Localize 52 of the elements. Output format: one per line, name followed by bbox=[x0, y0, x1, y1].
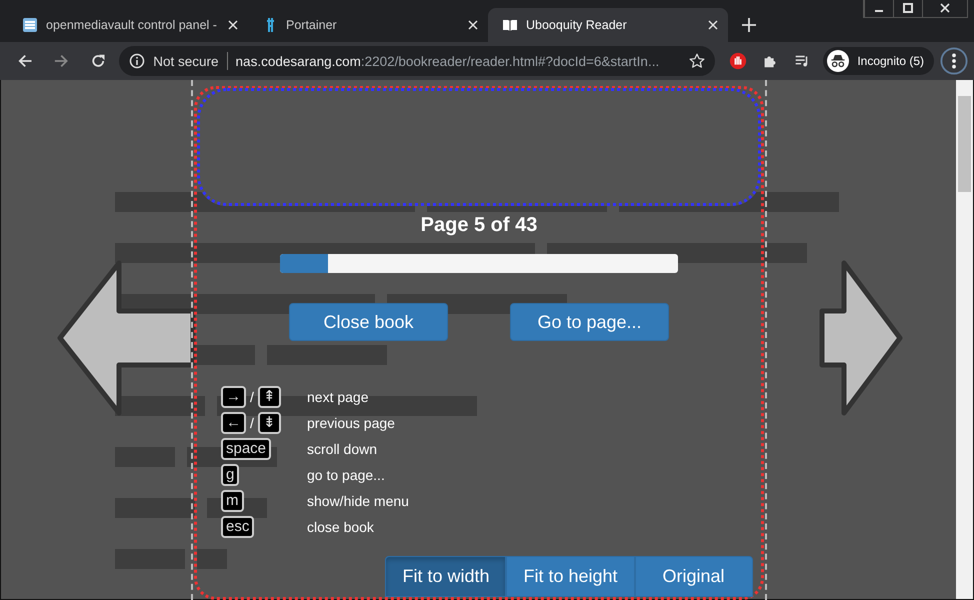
book-icon bbox=[502, 17, 518, 33]
incognito-profile-button[interactable]: Incognito (5) bbox=[823, 47, 934, 75]
incognito-icon bbox=[827, 50, 850, 72]
tab-title: Portainer bbox=[286, 18, 338, 32]
shortcut-label: show/hide menu bbox=[307, 493, 409, 509]
info-icon bbox=[129, 53, 146, 69]
fit-mode-button[interactable]: Fit to width bbox=[385, 556, 506, 597]
address-bar[interactable]: Not secure nas.codesarang.com:2202/bookreader/reader.html#?docId=6&startIn... bbox=[119, 46, 716, 76]
forward-icon[interactable] bbox=[54, 53, 69, 69]
page-indicator: Page 5 of 43 bbox=[420, 214, 538, 237]
scrollbar[interactable] bbox=[956, 80, 973, 599]
star-icon[interactable] bbox=[689, 53, 706, 69]
keyboard-key: space bbox=[221, 438, 272, 460]
tab-title: openmediavault control panel - bbox=[46, 18, 218, 32]
reader-button[interactable]: Close book bbox=[289, 303, 448, 341]
browser-tab[interactable]: Portainer bbox=[248, 8, 488, 42]
shortcut-label: next page bbox=[307, 389, 368, 405]
security-label: Not secure bbox=[153, 54, 219, 68]
close-icon[interactable] bbox=[940, 3, 950, 13]
hand-icon[interactable] bbox=[729, 51, 748, 71]
maximize-icon[interactable] bbox=[903, 3, 913, 13]
tab-title: Ubooquity Reader bbox=[526, 18, 628, 32]
keyboard-key: ⇟ bbox=[258, 412, 281, 434]
keyboard-key: ← bbox=[221, 412, 246, 434]
next-page-arrow[interactable] bbox=[819, 260, 903, 416]
list-icon bbox=[22, 17, 38, 33]
scrollbar-thumb[interactable] bbox=[958, 96, 971, 192]
close-icon[interactable] bbox=[228, 20, 238, 30]
separator: / bbox=[250, 389, 254, 405]
reload-icon[interactable] bbox=[90, 53, 106, 69]
shortcut-label: close book bbox=[307, 519, 374, 535]
browser-tab[interactable]: Ubooquity Reader bbox=[488, 8, 728, 42]
fit-mode-button[interactable]: Original bbox=[634, 556, 753, 597]
back-icon[interactable] bbox=[18, 53, 32, 69]
keyboard-key: esc bbox=[221, 516, 254, 538]
shortcut-label: scroll down bbox=[307, 441, 378, 457]
browser-tab[interactable]: openmediavault control panel - bbox=[8, 8, 248, 42]
shortcut-label: previous page bbox=[307, 415, 395, 431]
new-tab-icon[interactable] bbox=[742, 18, 756, 32]
close-icon[interactable] bbox=[468, 20, 478, 30]
fit-mode-button[interactable]: Fit to height bbox=[506, 556, 635, 597]
keyboard-key: → bbox=[221, 386, 246, 408]
separator: / bbox=[250, 415, 254, 431]
close-icon[interactable] bbox=[708, 20, 718, 30]
menu-icon[interactable] bbox=[940, 47, 968, 75]
keyboard-key: m bbox=[221, 490, 244, 512]
keyboard-key: g bbox=[221, 464, 240, 486]
url-text: nas.codesarang.com:2202/bookreader/reader.html#?docId=6&startIn... bbox=[236, 54, 660, 68]
keyboard-key: ⇞ bbox=[258, 386, 281, 408]
shortcut-label: go to page... bbox=[307, 467, 385, 483]
reader-button[interactable]: Go to page... bbox=[510, 303, 669, 341]
previous-page-arrow[interactable] bbox=[57, 260, 197, 416]
